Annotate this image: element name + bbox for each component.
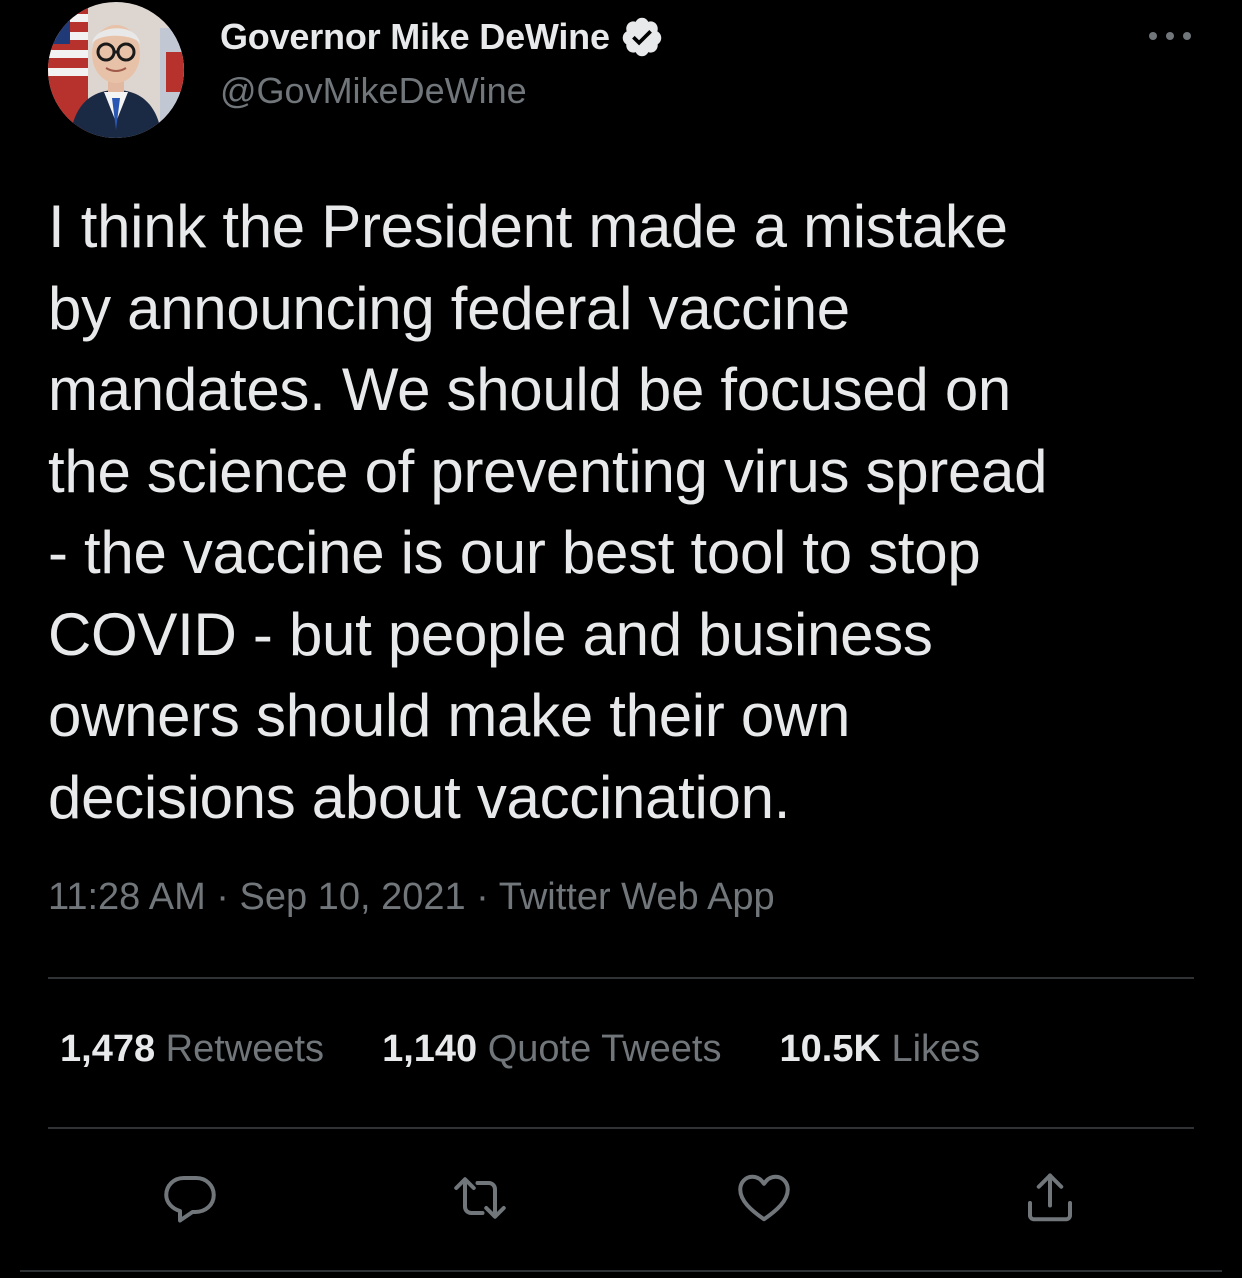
tweet-detail: Governor Mike DeWine @GovMikeDeWine I th…	[0, 0, 1242, 1278]
divider	[20, 1270, 1222, 1272]
author-block[interactable]: Governor Mike DeWine @GovMikeDeWine	[220, 14, 664, 112]
divider	[48, 977, 1194, 979]
display-name[interactable]: Governor Mike DeWine	[220, 16, 610, 58]
tweet-text-line: I think the President made a mistake	[48, 193, 1008, 260]
tweet-text-line: COVID - but people and business	[48, 600, 933, 668]
retweets-label: Retweets	[165, 1028, 325, 1070]
meta-separator: ·	[216, 876, 229, 918]
name-row: Governor Mike DeWine	[220, 14, 664, 60]
tweet-text-line: mandates. We should be focused on	[48, 356, 1011, 423]
quote-tweets-count: 1,140	[382, 1028, 478, 1070]
reply-icon[interactable]	[160, 1168, 220, 1228]
tweet-time[interactable]: 11:28 AM	[48, 876, 206, 918]
retweets-count: 1,478	[60, 1028, 156, 1070]
tweet-text-line: decisions about vaccination.	[48, 763, 791, 831]
likes-label: Likes	[891, 1028, 981, 1070]
tweet-stats: 1,478 Retweets 1,140 Quote Tweets 10.5K …	[60, 1028, 1038, 1071]
tweet-text-line: owners should make their own	[48, 682, 851, 749]
tweet-date[interactable]: Sep 10, 2021	[240, 876, 466, 918]
tweet-text-line: the science of preventing virus spread	[48, 437, 1048, 505]
handle[interactable]: @GovMikeDeWine	[220, 70, 664, 112]
quote-tweets-stat[interactable]: 1,140 Quote Tweets	[382, 1028, 721, 1071]
heart-icon[interactable]	[734, 1168, 794, 1228]
quote-tweets-label: Quote Tweets	[487, 1028, 722, 1070]
tweet-source[interactable]: Twitter Web App	[499, 876, 775, 918]
tweet-meta: 11:28 AM · Sep 10, 2021 · Twitter Web Ap…	[48, 876, 775, 919]
likes-stat[interactable]: 10.5K Likes	[780, 1028, 981, 1071]
tweet-text: I think the President made a mistake by …	[48, 186, 1208, 838]
retweet-icon[interactable]	[450, 1168, 510, 1228]
share-icon[interactable]	[1020, 1168, 1080, 1228]
retweets-stat[interactable]: 1,478 Retweets	[60, 1028, 324, 1071]
avatar[interactable]	[48, 2, 184, 138]
verified-badge-icon	[620, 15, 664, 59]
likes-count: 10.5K	[779, 1028, 881, 1070]
divider	[48, 1127, 1194, 1129]
tweet-text-line: by announcing federal vaccine	[48, 274, 850, 342]
tweet-text-line: - the vaccine is our best tool to stop	[48, 519, 981, 586]
meta-separator: ·	[476, 876, 489, 918]
more-horizontal-icon[interactable]	[1146, 22, 1194, 50]
